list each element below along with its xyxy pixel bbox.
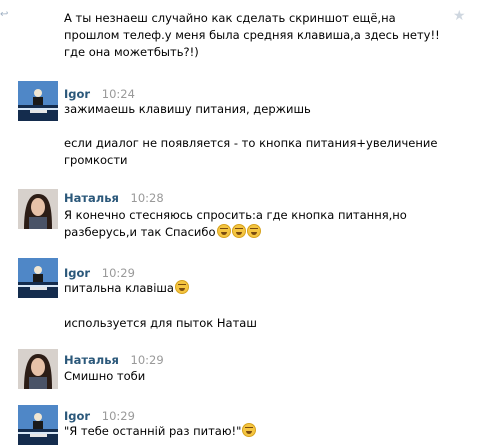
- avatar-natalya[interactable]: [18, 189, 58, 229]
- message-header: Наталья 10:28: [64, 191, 164, 205]
- avatar-image: [18, 189, 58, 229]
- avatar-image: [18, 81, 58, 121]
- author-name[interactable]: Igor: [64, 266, 90, 280]
- message-line: используется для пыток Наташ: [64, 316, 257, 330]
- message-line: если диалог не появляется - то кнопка пи…: [64, 136, 438, 150]
- chat-history: ↩ ★ А ты незнаеш случайно как сделать ск…: [0, 0, 482, 445]
- message-time[interactable]: 10:28: [131, 191, 164, 205]
- star-icon[interactable]: ★: [453, 9, 467, 23]
- message-line-with-emoji: "Я тебе останній раз питаю!": [64, 423, 257, 440]
- avatar-igor[interactable]: [18, 405, 58, 445]
- avatar-image: [18, 405, 58, 445]
- message-time[interactable]: 10:29: [102, 266, 135, 280]
- message-line: зажимаешь клавишу питания, держишь: [64, 102, 311, 116]
- message-line-with-emoji: разберусь,и так Спасибо: [64, 224, 261, 241]
- avatar-image: [18, 349, 58, 389]
- author-name[interactable]: Igor: [64, 87, 90, 101]
- message-time[interactable]: 10:24: [102, 87, 135, 101]
- message-header: Igor 10:29: [64, 409, 135, 423]
- message-text: питальна клавіша: [64, 281, 174, 295]
- avatar-natalya[interactable]: [18, 349, 58, 389]
- message-line: Я конечно стесняюсь спросить:а где кнопк…: [64, 208, 407, 222]
- laughing-emoji-icon: [231, 224, 246, 238]
- message-line: прошлом телеф.у меня была средняя клавиш…: [64, 28, 440, 42]
- message-text: разберусь,и так Спасибо: [64, 225, 216, 239]
- avatar-image: [18, 258, 58, 298]
- laughing-emoji-icon: [174, 280, 189, 294]
- message-header: Igor 10:24: [64, 87, 135, 101]
- laughing-emoji-icon: [216, 224, 231, 238]
- message-header: Наталья 10:29: [64, 353, 164, 367]
- author-name[interactable]: Наталья: [64, 353, 119, 367]
- laughing-emoji-icon: [242, 423, 257, 437]
- author-name[interactable]: Наталья: [64, 191, 119, 205]
- avatar-igor[interactable]: [18, 81, 58, 121]
- reply-icon[interactable]: ↩: [0, 10, 10, 20]
- message-header: Igor 10:29: [64, 266, 135, 280]
- message-line-with-emoji: питальна клавіша: [64, 280, 189, 297]
- laughing-emoji-icon: [246, 224, 261, 238]
- message-line: Смишно тоби: [64, 369, 146, 383]
- message-line: А ты незнаеш случайно как сделать скринш…: [64, 11, 396, 25]
- message-time[interactable]: 10:29: [131, 353, 164, 367]
- message-line: где она можетбыть?!): [64, 45, 199, 59]
- message-time[interactable]: 10:29: [102, 409, 135, 423]
- message-line: громкости: [64, 153, 128, 167]
- message-text: "Я тебе останній раз питаю!": [64, 424, 242, 438]
- avatar-igor[interactable]: [18, 258, 58, 298]
- author-name[interactable]: Igor: [64, 409, 90, 423]
